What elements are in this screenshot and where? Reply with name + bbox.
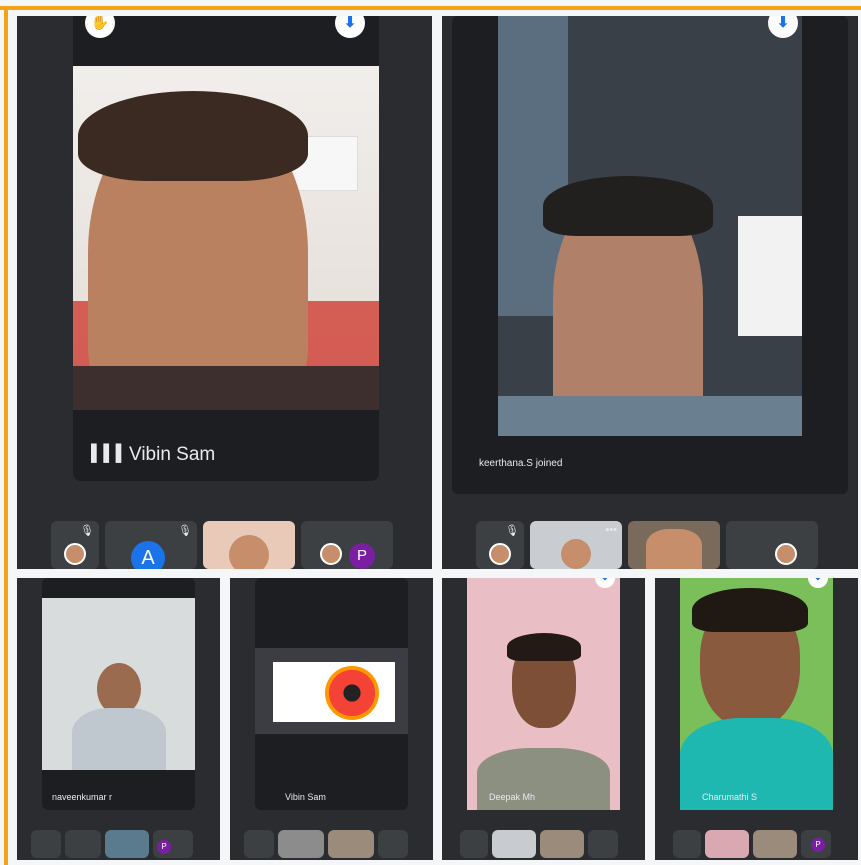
meet-screen-naveen: naveenkumar r P (17, 578, 220, 860)
video-keerthana: keerthana.S joined ⬇ (452, 16, 848, 494)
participant-strip: P (673, 830, 831, 858)
participant-thumbnail[interactable] (540, 830, 584, 858)
participant-thumbnail[interactable]: P (301, 521, 393, 569)
participant-thumbnail[interactable] (705, 830, 749, 858)
meet-screen-deepak: ⬇ Deepak Mh (442, 578, 645, 860)
participant-thumbnail[interactable] (278, 830, 324, 858)
avatar: P (811, 838, 825, 852)
video-feed (73, 66, 379, 410)
participant-thumbnail[interactable] (244, 830, 274, 858)
participant-strip (244, 830, 408, 858)
participant-name: naveenkumar r (52, 792, 113, 802)
participant-thumbnail[interactable] (753, 830, 797, 858)
participant-thumbnail[interactable]: A 🎙 (105, 521, 197, 569)
mic-off-icon: 🎙 (178, 525, 192, 537)
video-presentation: Vibin Sam (255, 578, 408, 810)
meet-screen-presentation: Vibin Sam (230, 578, 433, 860)
video-charumathi: ⬇ Charumathi S (680, 578, 833, 810)
more-icon[interactable]: ••• (605, 524, 617, 536)
participant-thumbnail[interactable] (203, 521, 295, 569)
video-feed (680, 578, 833, 810)
video-feed (42, 598, 195, 770)
video-feed (498, 16, 802, 436)
participant-thumbnail[interactable] (105, 830, 149, 858)
avatar: P (157, 840, 171, 854)
video-deepak: ⬇ Deepak Mh (467, 578, 620, 810)
screenshot-collage: ▌▌▌ Vibin Sam ✋ ⬇ 🎙 A 🎙 P keerthana.S jo… (0, 0, 861, 865)
participant-strip: 🎙 ••• (476, 521, 818, 569)
video-vibin-sam: ▌▌▌ Vibin Sam ✋ ⬇ (73, 16, 379, 481)
name-label-bar: ▌▌▌ Vibin Sam (73, 431, 379, 481)
video-naveenkumar: naveenkumar r (42, 578, 195, 810)
participant-thumbnail[interactable]: P (801, 830, 831, 858)
participant-thumbnail[interactable] (31, 830, 61, 858)
participant-strip (460, 830, 618, 858)
participant-strip: P (31, 830, 193, 858)
avatar: P (349, 543, 375, 569)
meet-screen-charumathi: ⬇ Charumathi S P (655, 578, 858, 860)
participant-name: Charumathi S (702, 792, 758, 802)
avatar: A (131, 541, 165, 569)
participant-thumbnail[interactable]: ••• (530, 521, 622, 569)
participant-thumbnail[interactable]: 🎙 (476, 521, 524, 569)
participant-thumbnail[interactable] (492, 830, 536, 858)
participant-thumbnail[interactable]: 🎙 (51, 521, 99, 569)
hand-icon[interactable]: ✋ (85, 16, 115, 38)
meet-screen-keerthana: keerthana.S joined ⬇ 🎙 ••• (442, 16, 858, 569)
presenter-name: Vibin Sam (285, 792, 326, 802)
participant-name: Vibin Sam (129, 444, 216, 465)
meet-screen-vibin: ▌▌▌ Vibin Sam ✋ ⬇ 🎙 A 🎙 P (17, 16, 432, 569)
audio-level-icon: ▌▌▌ (91, 445, 129, 462)
participant-thumbnail[interactable] (460, 830, 488, 858)
participant-strip: 🎙 A 🎙 P (51, 521, 393, 569)
participant-thumbnail[interactable]: P (153, 830, 193, 858)
participant-thumbnail[interactable] (65, 830, 101, 858)
shared-screen (255, 648, 408, 734)
participant-thumbnail[interactable] (588, 830, 618, 858)
participant-thumbnail[interactable] (378, 830, 408, 858)
participant-thumbnail[interactable] (726, 521, 818, 569)
pin-icon[interactable]: ⬇ (335, 16, 365, 38)
mic-off-icon: 🎙 (80, 525, 94, 537)
participant-thumbnail[interactable] (628, 521, 720, 569)
participant-thumbnail[interactable] (673, 830, 701, 858)
join-notification: keerthana.S joined (479, 458, 563, 469)
participant-name: Deepak Mh (489, 792, 536, 802)
participant-thumbnail[interactable] (328, 830, 374, 858)
mic-off-icon: 🎙 (505, 525, 519, 537)
video-feed (467, 578, 620, 810)
